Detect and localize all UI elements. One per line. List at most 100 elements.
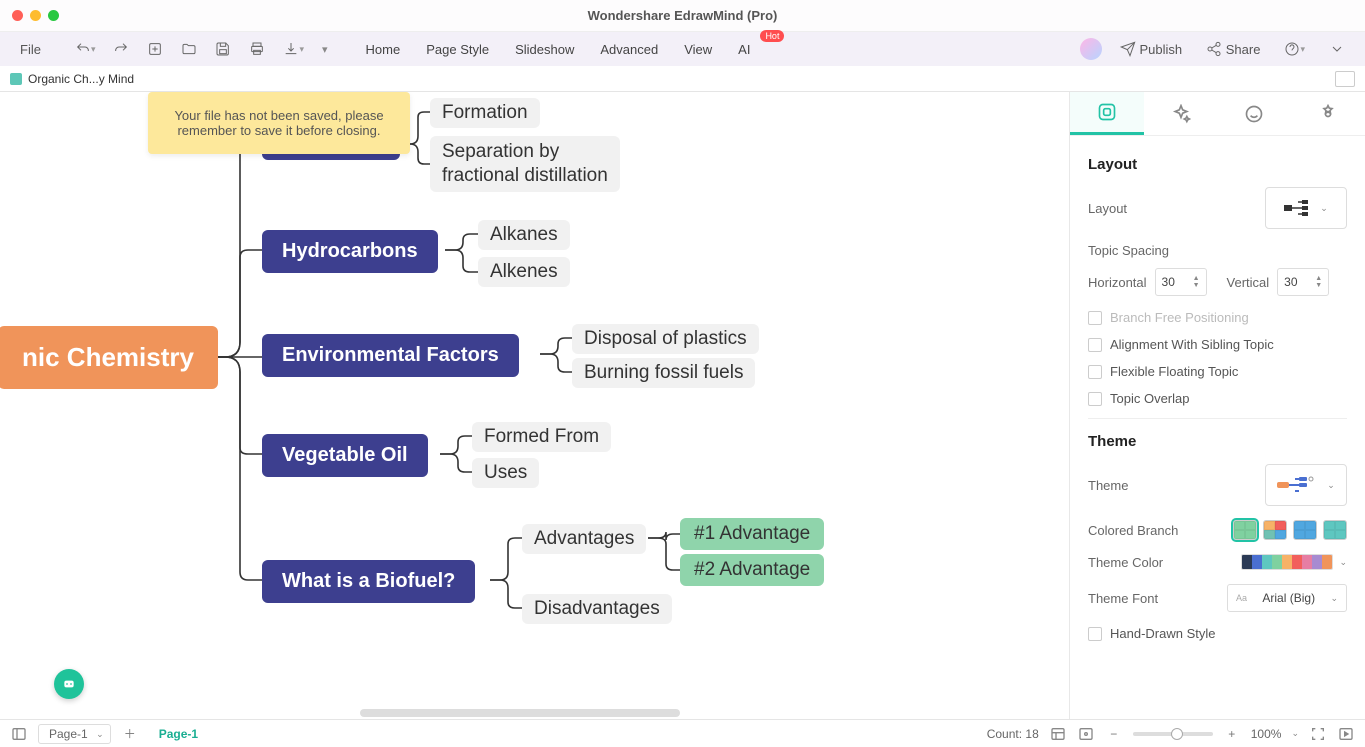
mindmap-leaf[interactable]: Alkanes bbox=[478, 220, 570, 250]
mindmap-branch-hydrocarbons[interactable]: Hydrocarbons bbox=[262, 230, 438, 273]
user-avatar[interactable] bbox=[1080, 38, 1102, 60]
theme-font-value: Arial (Big) bbox=[1262, 591, 1315, 605]
print-button[interactable] bbox=[243, 37, 271, 61]
publish-button[interactable]: Publish bbox=[1114, 37, 1188, 61]
fit-view-icon[interactable] bbox=[1077, 725, 1095, 743]
mindmap-leaf[interactable]: Advantages bbox=[522, 524, 646, 554]
doc-tab-icon bbox=[10, 73, 22, 85]
side-panel-tabs bbox=[1070, 92, 1365, 136]
flex-float-label: Flexible Floating Topic bbox=[1110, 364, 1238, 379]
zoom-in-button[interactable]: + bbox=[1223, 725, 1241, 743]
zoom-slider[interactable] bbox=[1133, 732, 1213, 736]
more-button[interactable]: ▾ bbox=[316, 39, 334, 60]
canvas[interactable]: Your file has not been saved, please rem… bbox=[0, 92, 1069, 719]
save-button[interactable] bbox=[209, 37, 237, 61]
main-area: Your file has not been saved, please rem… bbox=[0, 92, 1365, 719]
zoom-level: 100% bbox=[1251, 727, 1282, 741]
page-selector[interactable]: Page-1⌄ bbox=[38, 724, 111, 744]
doc-tab-label[interactable]: Organic Ch...y Mind bbox=[28, 72, 134, 86]
sidepanel-tab-emoji[interactable] bbox=[1218, 92, 1292, 135]
layout-label: Layout bbox=[1088, 201, 1127, 216]
minimize-window-button[interactable] bbox=[30, 10, 41, 21]
align-sibling-label: Alignment With Sibling Topic bbox=[1110, 337, 1274, 352]
swatch-1[interactable] bbox=[1233, 520, 1257, 540]
mindmap-leaf[interactable]: Burning fossil fuels bbox=[572, 358, 755, 388]
file-menu[interactable]: File bbox=[14, 38, 47, 61]
zoom-out-button[interactable]: − bbox=[1105, 725, 1123, 743]
layout-selector[interactable]: ⌄ bbox=[1265, 187, 1347, 229]
colored-branch-swatches bbox=[1233, 520, 1347, 540]
theme-selector[interactable]: ⌄ bbox=[1265, 464, 1347, 506]
side-panel: Layout Layout ⌄ Topic Spacing Horizontal… bbox=[1069, 92, 1365, 719]
present-icon[interactable] bbox=[1337, 725, 1355, 743]
menu-view[interactable]: View bbox=[674, 38, 722, 61]
align-sibling-checkbox[interactable]: Alignment With Sibling Topic bbox=[1088, 337, 1347, 352]
document-tabs: Organic Ch...y Mind bbox=[0, 66, 1365, 92]
theme-color-caret[interactable]: ⌄ bbox=[1339, 557, 1347, 568]
export-button[interactable]: ▾ bbox=[277, 37, 310, 61]
open-button[interactable] bbox=[175, 37, 203, 61]
vertical-spacing-input[interactable]: 30▲▼ bbox=[1277, 268, 1329, 296]
branch-free-checkbox: Branch Free Positioning bbox=[1088, 310, 1347, 325]
new-button[interactable] bbox=[141, 37, 169, 61]
branch-free-label: Branch Free Positioning bbox=[1110, 310, 1249, 325]
publish-label: Publish bbox=[1140, 42, 1183, 57]
colored-branch-label: Colored Branch bbox=[1088, 523, 1178, 538]
mindmap-leaf[interactable]: Formation bbox=[430, 98, 540, 128]
handdrawn-checkbox[interactable]: Hand-Drawn Style bbox=[1088, 626, 1347, 641]
fullscreen-icon[interactable] bbox=[1309, 725, 1327, 743]
panel-toggle-icon[interactable] bbox=[1335, 71, 1355, 87]
share-button[interactable]: Share bbox=[1200, 37, 1266, 61]
mindmap-leaf[interactable]: Alkenes bbox=[478, 257, 570, 287]
close-window-button[interactable] bbox=[12, 10, 23, 21]
assistant-button[interactable] bbox=[54, 669, 84, 699]
horizontal-scrollbar[interactable] bbox=[360, 709, 680, 717]
topic-overlap-checkbox[interactable]: Topic Overlap bbox=[1088, 391, 1347, 406]
theme-heading: Theme bbox=[1088, 433, 1347, 450]
sidepanel-tab-layout[interactable] bbox=[1070, 92, 1144, 135]
theme-color-label: Theme Color bbox=[1088, 555, 1163, 570]
swatch-2[interactable] bbox=[1263, 520, 1287, 540]
mindmap-leaf[interactable]: Formed From bbox=[472, 422, 611, 452]
sidepanel-tab-settings[interactable] bbox=[1291, 92, 1365, 135]
spacing-heading: Topic Spacing bbox=[1088, 243, 1347, 258]
maximize-window-button[interactable] bbox=[48, 10, 59, 21]
menu-ai[interactable]: AIHot bbox=[728, 38, 760, 61]
layout-heading: Layout bbox=[1088, 156, 1347, 173]
menu-advanced[interactable]: Advanced bbox=[590, 38, 668, 61]
vertical-value: 30 bbox=[1284, 275, 1297, 289]
mindmap-branch-environmental[interactable]: Environmental Factors bbox=[262, 334, 519, 377]
swatch-4[interactable] bbox=[1323, 520, 1347, 540]
mindmap-branch-biofuel[interactable]: What is a Biofuel? bbox=[262, 560, 475, 603]
theme-font-selector[interactable]: AaArial (Big)⌄ bbox=[1227, 584, 1347, 612]
menu-page-style[interactable]: Page Style bbox=[416, 38, 499, 61]
view-mode-icon[interactable] bbox=[1049, 725, 1067, 743]
node-count: Count: 18 bbox=[987, 727, 1039, 741]
collapse-button[interactable] bbox=[1323, 37, 1351, 61]
flex-float-checkbox[interactable]: Flexible Floating Topic bbox=[1088, 364, 1347, 379]
mindmap-root[interactable]: nic Chemistry bbox=[0, 326, 218, 389]
mindmap-leaf[interactable]: Disposal of plastics bbox=[572, 324, 759, 354]
mindmap-leaf[interactable]: Separation by fractional distillation bbox=[430, 136, 620, 192]
redo-button[interactable] bbox=[107, 37, 135, 61]
sidepanel-tab-ai[interactable] bbox=[1144, 92, 1218, 135]
mindmap-leaf[interactable]: Uses bbox=[472, 458, 539, 488]
mindmap-leaf[interactable]: Disadvantages bbox=[522, 594, 672, 624]
undo-button[interactable]: ▾ bbox=[69, 37, 102, 61]
mindmap-leaf-green[interactable]: #1 Advantage bbox=[680, 518, 824, 550]
mindmap-leaf-green[interactable]: #2 Advantage bbox=[680, 554, 824, 586]
menu-slideshow[interactable]: Slideshow bbox=[505, 38, 584, 61]
theme-color-strip[interactable] bbox=[1241, 554, 1333, 570]
save-reminder-tooltip: Your file has not been saved, please rem… bbox=[148, 92, 410, 154]
titlebar: Wondershare EdrawMind (Pro) bbox=[0, 0, 1365, 32]
menu-home[interactable]: Home bbox=[356, 38, 411, 61]
horizontal-label: Horizontal bbox=[1088, 275, 1147, 290]
page-tab[interactable]: Page-1 bbox=[149, 727, 208, 741]
hot-badge: Hot bbox=[760, 30, 784, 42]
outline-toggle-icon[interactable] bbox=[10, 725, 28, 743]
add-page-button[interactable]: ＋ bbox=[121, 725, 139, 743]
swatch-3[interactable] bbox=[1293, 520, 1317, 540]
help-button[interactable]: ▾ bbox=[1278, 37, 1311, 61]
horizontal-spacing-input[interactable]: 30▲▼ bbox=[1155, 268, 1207, 296]
mindmap-branch-vegetable-oil[interactable]: Vegetable Oil bbox=[262, 434, 428, 477]
